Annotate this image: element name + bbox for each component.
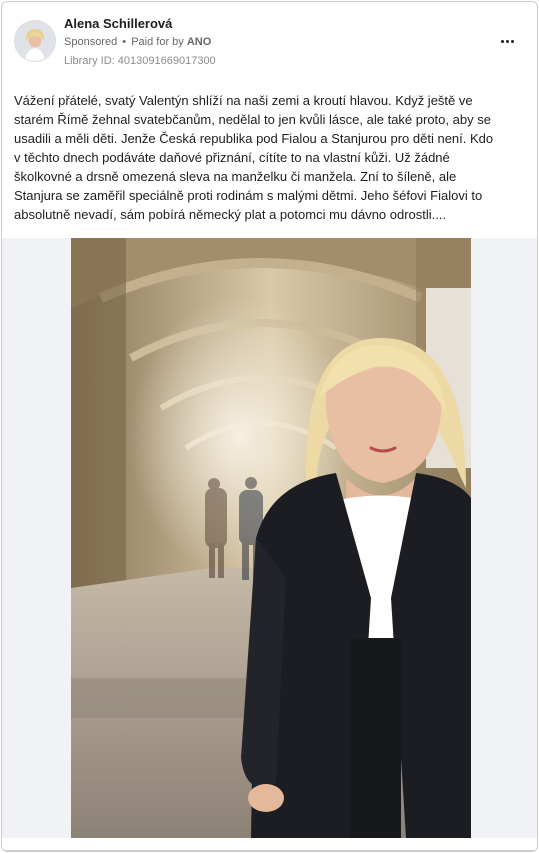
sponsored-meta: Sponsored • Paid for by ANO [64,36,211,48]
payer-name[interactable]: ANO [187,36,211,48]
meta-separator: • [122,36,127,48]
sponsored-label: Sponsored [64,36,118,48]
card-bottom-border [2,850,537,851]
photo-illustration [71,238,471,838]
advertiser-name[interactable]: Alena Schillerová [64,16,172,31]
library-id: Library ID: 4013091669017300 [64,55,216,67]
ad-card: Alena Schillerová Sponsored • Paid for b… [1,1,538,852]
advertiser-avatar[interactable] [14,20,56,62]
avatar-image [15,21,55,61]
more-options-icon[interactable] [494,30,520,52]
paid-for-label: Paid for by [131,36,184,48]
ad-body-text: Vážení přátelé, svatý Valentýn shlíží na… [14,93,494,222]
ad-photo[interactable] [71,238,471,838]
